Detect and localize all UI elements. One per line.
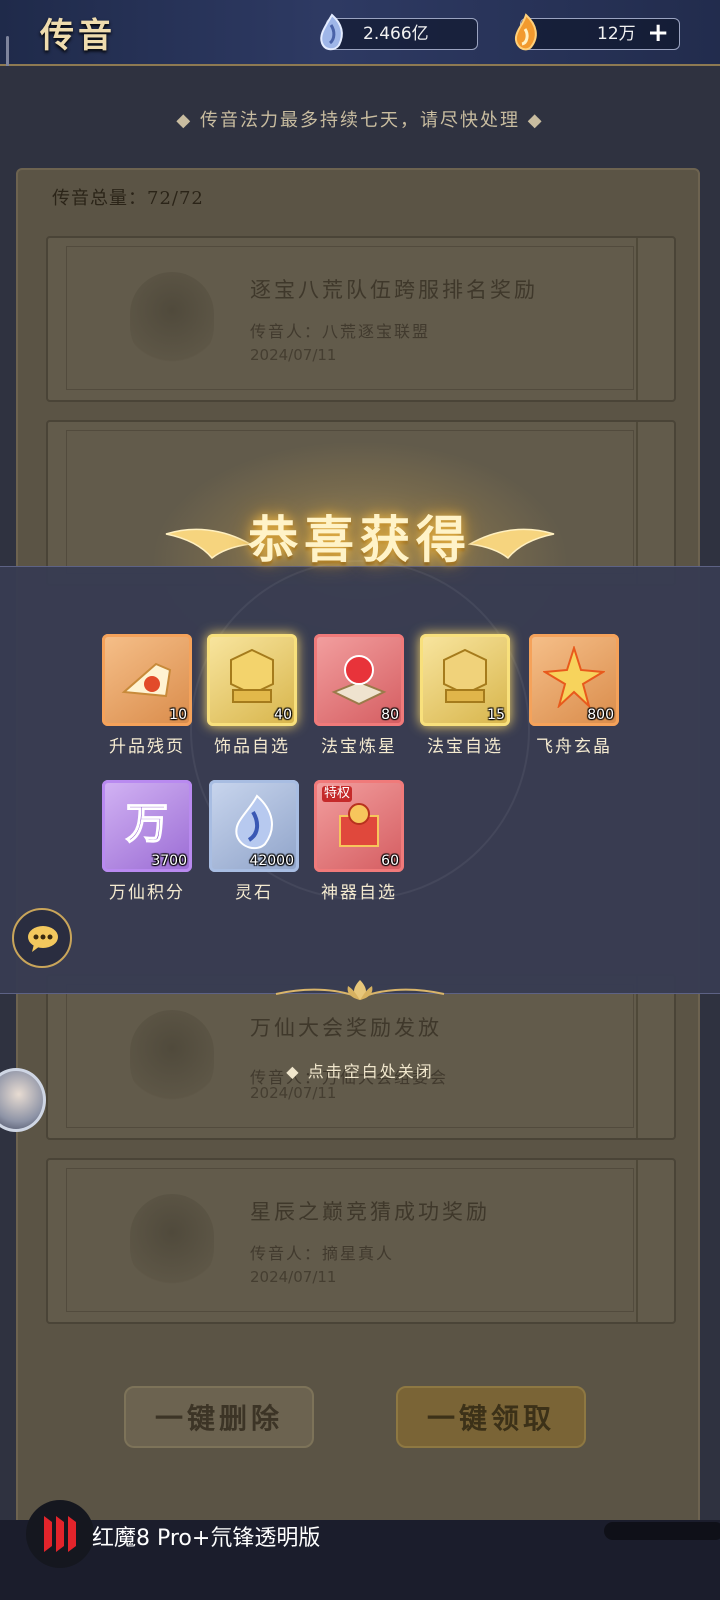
page-title: 传音 bbox=[40, 16, 116, 56]
reward-item[interactable]: 800 飞舟玄晶 bbox=[529, 634, 619, 757]
ornament-chest-icon bbox=[230, 648, 274, 703]
notice-text: ◆ 传音法力最多持续七天，请尽快处理 ◆ bbox=[176, 110, 544, 131]
mail-item[interactable]: 逐宝八荒队伍跨服排名奖励 传音人：八荒逐宝联盟 2024/07/11 bbox=[46, 236, 676, 402]
treasure-chest-icon bbox=[443, 648, 487, 703]
claim-all-button[interactable]: 一键领取 bbox=[396, 1386, 586, 1448]
mail-total: 传音总量：72/72 bbox=[52, 188, 204, 209]
item-quantity: 42000 bbox=[249, 853, 294, 869]
privilege-tag: 特权 bbox=[322, 786, 352, 802]
mail-title: 逐宝八荒队伍跨服排名奖励 bbox=[250, 278, 538, 302]
spirit-stone-value: 2.466亿 bbox=[363, 24, 429, 44]
chat-button[interactable] bbox=[12, 908, 72, 968]
spirit-stone-icon bbox=[320, 13, 343, 51]
item-name: 飞舟玄晶 bbox=[536, 737, 612, 757]
delete-all-button[interactable]: 一键删除 bbox=[124, 1386, 314, 1448]
item-quantity: 800 bbox=[587, 707, 614, 723]
reward-item[interactable]: 42000 灵石 bbox=[209, 780, 299, 903]
item-quantity: 40 bbox=[274, 707, 292, 723]
mail-tab bbox=[636, 1160, 676, 1322]
item-quantity: 3700 bbox=[151, 853, 187, 869]
congrats-title: 恭喜获得 bbox=[248, 510, 472, 569]
chat-bubble-icon bbox=[28, 926, 58, 952]
mail-date: 2024/07/11 bbox=[250, 346, 337, 364]
mail-title: 万仙大会奖励发放 bbox=[250, 1016, 442, 1040]
mail-tab bbox=[636, 976, 676, 1138]
sender-avatar bbox=[130, 1194, 214, 1290]
reward-item[interactable]: 80 法宝炼星 bbox=[314, 634, 404, 757]
sender-avatar bbox=[130, 272, 214, 368]
top-bar: 传音 2.466亿 12万 + bbox=[0, 0, 720, 66]
reward-item[interactable]: 40 饰品自选 bbox=[207, 634, 297, 757]
item-quantity: 15 bbox=[487, 707, 505, 723]
svg-text:万: 万 bbox=[126, 799, 168, 848]
item-quantity: 80 bbox=[381, 707, 399, 723]
item-quantity: 10 bbox=[169, 707, 187, 723]
watermark-logo bbox=[26, 1500, 94, 1568]
close-hint[interactable]: ◆ 点击空白处关闭 bbox=[0, 1058, 720, 1082]
reward-item[interactable]: 10 升品残页 bbox=[102, 634, 192, 757]
reward-item[interactable]: 特权 60 神器自选 bbox=[314, 780, 404, 903]
mail-tab bbox=[636, 238, 676, 400]
watermark-text: 红魔8 Pro+氘锋透明版 bbox=[92, 1526, 321, 1551]
mail-date: 2024/07/11 bbox=[250, 1084, 337, 1102]
mail-date: 2024/07/11 bbox=[250, 1268, 337, 1286]
flame-icon bbox=[514, 13, 537, 51]
crystal-star-icon bbox=[543, 646, 605, 708]
reward-item[interactable]: 15 法宝自选 bbox=[420, 634, 510, 757]
bottom-lotus-ornament bbox=[275, 980, 445, 1000]
mail-title: 星辰之巅竞猜成功奖励 bbox=[250, 1200, 490, 1224]
reward-item[interactable]: 万 3700 万仙积分 bbox=[102, 780, 192, 903]
item-name: 神器自选 bbox=[321, 883, 397, 903]
wan-token-icon: 万 bbox=[125, 798, 169, 849]
mail-sender: 传音人：八荒逐宝联盟 bbox=[250, 322, 431, 341]
torn-page-icon bbox=[121, 662, 172, 698]
fire-currency-counter[interactable]: 12万 + bbox=[514, 13, 680, 51]
star-refine-icon bbox=[331, 655, 387, 706]
spirit-stone-counter[interactable]: 2.466亿 bbox=[320, 13, 478, 51]
item-quantity: 60 bbox=[381, 853, 399, 869]
mail-sender: 传音人：摘星真人 bbox=[250, 1244, 395, 1263]
home-bar[interactable] bbox=[604, 1522, 720, 1540]
fire-currency-value: 12万 bbox=[597, 24, 636, 44]
spirit-stone-icon bbox=[235, 794, 273, 850]
red-magic-logo-icon bbox=[44, 1516, 76, 1552]
mail-item[interactable]: 星辰之巅竞猜成功奖励 传音人：摘星真人 2024/07/11 bbox=[46, 1158, 676, 1324]
add-currency-button[interactable]: + bbox=[647, 19, 669, 47]
